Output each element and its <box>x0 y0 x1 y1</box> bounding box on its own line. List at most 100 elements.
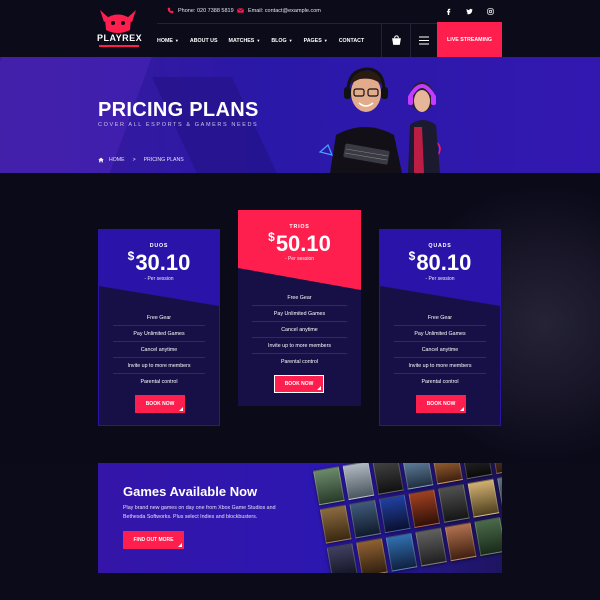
chevron-down-icon: ▼ <box>174 38 179 43</box>
nav-label: ABOUT US <box>189 37 218 44</box>
gamers-photo <box>318 67 441 173</box>
plan-feature: Pay Unlimited Games <box>394 326 486 342</box>
plan-period: - Per session <box>144 276 174 282</box>
chevron-down-icon: ▼ <box>256 38 261 43</box>
page-subtitle: COVER ALL ESPORTS & GAMERS NEEDS <box>98 122 259 128</box>
book-now-button[interactable]: BOOK NOW <box>274 375 324 393</box>
game-cover[interactable] <box>467 478 500 518</box>
instagram-icon <box>486 7 494 15</box>
button-label: BOOK NOW <box>145 401 175 407</box>
plan-feature: Free Gear <box>113 310 205 326</box>
game-cover[interactable] <box>313 466 345 506</box>
nav-item-about-us[interactable]: ABOUT US <box>190 38 218 44</box>
find-out-more-button[interactable]: FIND OUT MORE <box>123 531 184 549</box>
main-nav: HOME ▼ ABOUT US MATCHES ▼ BLOG ▼ PAGES ▼… <box>157 24 375 57</box>
twitter-link[interactable] <box>463 5 475 17</box>
phone-icon <box>167 7 174 14</box>
plan-period: - Per session <box>284 256 315 262</box>
button-label: BOOK NOW <box>284 381 314 387</box>
game-covers-collage <box>298 463 502 573</box>
nav-label: MATCHES <box>228 37 255 44</box>
hamburger-menu-icon[interactable] <box>419 36 429 45</box>
game-cover[interactable] <box>408 489 441 529</box>
nav-label: CONTACT <box>338 37 365 44</box>
game-cover[interactable] <box>349 499 382 539</box>
facebook-link[interactable] <box>442 5 454 17</box>
site-header: PLAYREX Phone: 020 7388 5819 Email: cont… <box>0 0 600 57</box>
email-text: Email: contact@example.com <box>248 7 321 14</box>
games-description: Play brand new games on day one from Xbo… <box>123 505 276 520</box>
game-cover[interactable] <box>444 522 477 562</box>
plan-feature: Free Gear <box>394 310 486 326</box>
plan-name: QUADS <box>428 243 452 249</box>
phone-info[interactable]: Phone: 020 7388 5819 <box>167 7 234 14</box>
breadcrumb-current: PRICING PLANS <box>143 157 184 163</box>
breadcrumb-home[interactable]: HOME <box>109 157 125 163</box>
plan-feature: Invite up to more members <box>252 338 347 354</box>
corner-decoration <box>460 407 464 411</box>
page-hero: PRICING PLANS COVER ALL ESPORTS & GAMERS… <box>0 57 600 173</box>
plan-feature: Cancel anytime <box>252 322 347 338</box>
live-streaming-button[interactable]: LIVE STREAMING <box>437 22 502 57</box>
games-banner: Games Available Now Play brand new games… <box>98 463 502 573</box>
price-value: 80.10 <box>416 250 472 275</box>
currency-symbol: $ <box>268 230 275 244</box>
plan-feature: Pay Unlimited Games <box>252 306 347 322</box>
game-cover[interactable] <box>356 537 388 573</box>
pricing-card-trios: TRIOS $50.10 - Per session Free Gear Pay… <box>238 210 361 406</box>
game-cover[interactable] <box>438 483 470 523</box>
plan-period: - Per session <box>425 276 455 282</box>
email-info[interactable]: Email: contact@example.com <box>237 7 321 14</box>
plan-feature: Free Gear <box>252 290 347 306</box>
plan-price: $50.10 <box>238 230 361 257</box>
top-bar: Phone: 020 7388 5819 Email: contact@exam… <box>157 0 500 24</box>
nav-label: PAGES <box>303 37 322 44</box>
chevron-down-icon: ▼ <box>323 38 328 43</box>
nav-item-home[interactable]: HOME ▼ <box>157 38 179 44</box>
plan-feature: Cancel anytime <box>113 342 205 358</box>
nav-label: BLOG <box>271 37 287 44</box>
game-cover[interactable] <box>372 463 404 495</box>
cart-icon[interactable] <box>391 35 402 46</box>
plan-price: $30.10 <box>99 249 219 276</box>
corner-decoration <box>178 543 182 547</box>
instagram-link[interactable] <box>484 5 496 17</box>
plan-feature: Parental control <box>421 379 459 385</box>
game-cover[interactable] <box>385 532 418 572</box>
currency-symbol: $ <box>408 249 416 263</box>
game-cover[interactable] <box>326 543 359 573</box>
pricing-section: DUOS $30.10 - Per session Free Gear Pay … <box>0 173 600 463</box>
game-cover[interactable] <box>319 504 352 544</box>
plan-feature: Parental control <box>140 379 178 385</box>
game-cover[interactable] <box>431 463 463 485</box>
brand-name[interactable]: PLAYREX <box>97 33 142 43</box>
brand-underline <box>99 45 139 47</box>
plan-feature: Invite up to more members <box>113 358 205 374</box>
game-cover[interactable] <box>401 463 434 490</box>
plan-feature: Invite up to more members <box>394 358 486 374</box>
nav-item-contact[interactable]: CONTACT <box>339 38 365 44</box>
game-cover[interactable] <box>342 463 375 501</box>
page-title: PRICING PLANS <box>98 99 259 121</box>
game-cover[interactable] <box>460 463 493 480</box>
game-cover[interactable] <box>378 494 411 534</box>
plan-name: DUOS <box>149 243 169 249</box>
plan-name: TRIOS <box>289 224 310 230</box>
game-cover[interactable] <box>474 517 502 557</box>
home-icon[interactable] <box>98 157 104 163</box>
book-now-button[interactable]: BOOK NOW <box>416 395 466 413</box>
nav-item-matches[interactable]: MATCHES ▼ <box>229 38 261 44</box>
twitter-icon <box>465 8 473 14</box>
facebook-icon <box>446 8 450 15</box>
plan-feature: Cancel anytime <box>394 342 486 358</box>
price-value: 30.10 <box>135 250 191 275</box>
nav-item-pages[interactable]: PAGES ▼ <box>304 38 328 44</box>
button-label: BOOK NOW <box>426 401 456 407</box>
button-label: FIND OUT MORE <box>133 537 174 543</box>
page-bottom <box>0 573 600 600</box>
nav-item-blog[interactable]: BLOG ▼ <box>271 38 292 44</box>
game-cover[interactable] <box>415 527 447 567</box>
nav-divider <box>381 24 382 57</box>
plan-price: $80.10 <box>380 249 500 276</box>
book-now-button[interactable]: BOOK NOW <box>135 395 185 413</box>
